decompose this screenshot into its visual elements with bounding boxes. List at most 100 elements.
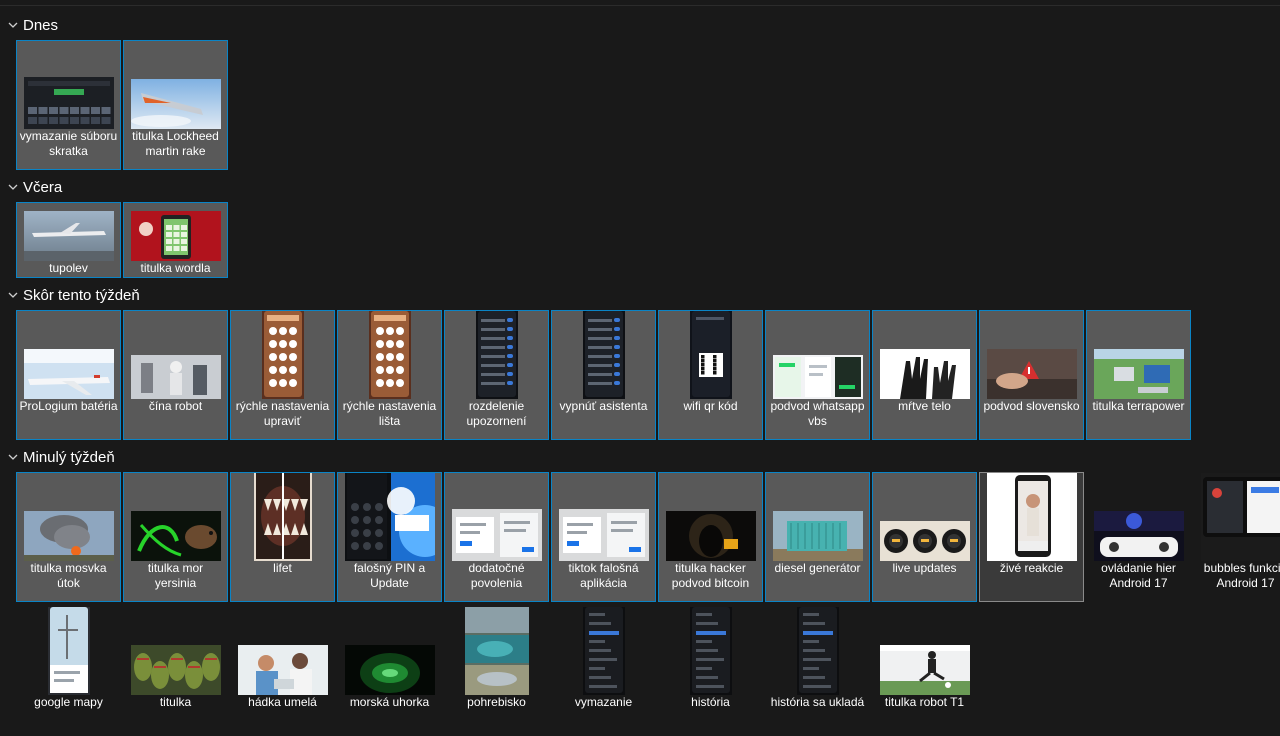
file-item[interactable]: ovládanie hier Android 17 [1086, 472, 1191, 602]
file-name: tupolev [17, 261, 120, 276]
file-item[interactable]: titulka wordla [123, 202, 228, 278]
thumbnail [17, 41, 120, 129]
file-item[interactable]: podvod slovensko [979, 310, 1084, 440]
group-header[interactable]: Skôr tento týždeň [7, 284, 140, 306]
file-item[interactable]: čína robot [123, 310, 228, 440]
file-item[interactable]: titulka Lockheed martin rake [123, 40, 228, 170]
file-item[interactable]: titulka mosvka útok [16, 472, 121, 602]
file-item[interactable]: tiktok falošná aplikácia [551, 472, 656, 602]
file-item[interactable]: diesel generátor [765, 472, 870, 602]
thumbnail [231, 311, 334, 399]
thumbnail [873, 607, 976, 695]
group-items: ProLogium batéria čína robot rýchle nastav… [16, 310, 1191, 440]
file-item[interactable]: história sa ukladá [765, 606, 870, 736]
thumbnail [980, 311, 1083, 399]
thumbnail [1194, 473, 1280, 561]
file-name: vymazanie [552, 695, 655, 710]
file-item[interactable]: morská uhorka [337, 606, 442, 736]
top-divider [0, 5, 1280, 6]
file-item[interactable]: pohrebisko [444, 606, 549, 736]
thumbnail [17, 607, 120, 695]
thumbnail [124, 607, 227, 695]
thumbnail [445, 473, 548, 561]
file-item[interactable]: tupolev [16, 202, 121, 278]
file-name: rýchle nastavenia lišta [338, 399, 441, 429]
thumbnail [338, 473, 441, 561]
file-name: titulka mor yersinia [124, 561, 227, 591]
group-title: Minulý týždeň [23, 449, 115, 466]
file-item[interactable]: rýchle nastavenia lišta [337, 310, 442, 440]
file-item[interactable]: lifet [230, 472, 335, 602]
thumbnail [659, 473, 762, 561]
file-item[interactable]: rozdelenie upozornení [444, 310, 549, 440]
file-item[interactable]: hádka umelá [230, 606, 335, 736]
file-name: história sa ukladá [766, 695, 869, 710]
thumbnail [338, 311, 441, 399]
file-name: živé reakcie [980, 561, 1083, 576]
group-header[interactable]: Dnes [7, 14, 58, 36]
file-name: rýchle nastavenia upraviť [231, 399, 334, 429]
thumbnail [231, 473, 334, 561]
file-item[interactable]: dodatočné povolenia [444, 472, 549, 602]
file-name: titulka Lockheed martin rake [124, 129, 227, 159]
file-item[interactable]: titulka terrapower [1086, 310, 1191, 440]
file-name: história [659, 695, 762, 710]
group-header[interactable]: Včera [7, 176, 62, 198]
file-name: morská uhorka [338, 695, 441, 710]
file-name: ovládanie hier Android 17 [1087, 561, 1190, 591]
file-item[interactable]: titulka [123, 606, 228, 736]
chevron-down-icon[interactable] [7, 19, 19, 31]
thumbnail [17, 311, 120, 399]
thumbnail [980, 473, 1083, 561]
thumbnail [873, 473, 976, 561]
group-items: tupolev titulka wordla [16, 202, 228, 278]
file-item[interactable]: wifi qr kód [658, 310, 763, 440]
file-item[interactable]: vypnúť asistenta [551, 310, 656, 440]
thumbnail [552, 607, 655, 695]
file-name: vymazanie súboru skratka [17, 129, 120, 159]
file-name: podvod whatsapp vbs [766, 399, 869, 429]
chevron-down-icon[interactable] [7, 289, 19, 301]
group-items: titulka mosvka útoktitulka mor yersinial… [16, 472, 1280, 602]
file-name: hádka umelá [231, 695, 334, 710]
chevron-down-icon[interactable] [7, 181, 19, 193]
thumbnail [766, 311, 869, 399]
file-item[interactable]: titulka mor yersinia [123, 472, 228, 602]
file-name: live updates [873, 561, 976, 576]
file-name: ProLogium batéria [17, 399, 120, 414]
group-items-continued: google mapytitulka hádka umelá morská uhor… [16, 606, 977, 736]
file-item[interactable]: titulka robot T1 [872, 606, 977, 736]
file-item[interactable]: titulka hacker podvod bitcoin [658, 472, 763, 602]
file-item[interactable]: rýchle nastavenia upraviť [230, 310, 335, 440]
thumbnail [124, 41, 227, 129]
thumbnail [445, 311, 548, 399]
file-item[interactable]: vymazanie súboru skratka [16, 40, 121, 170]
file-item[interactable]: falošný PIN a Update [337, 472, 442, 602]
file-name: čína robot [124, 399, 227, 414]
file-name: tiktok falošná aplikácia [552, 561, 655, 591]
file-name: pohrebisko [445, 695, 548, 710]
file-name: titulka [124, 695, 227, 710]
file-name: titulka mosvka útok [17, 561, 120, 591]
file-item[interactable]: história [658, 606, 763, 736]
file-name: titulka robot T1 [873, 695, 976, 710]
file-item[interactable]: bubbles funkcia Android 17 [1193, 472, 1280, 602]
file-name: titulka wordla [124, 261, 227, 276]
file-item[interactable]: živé reakcie [979, 472, 1084, 602]
thumbnail [17, 203, 120, 261]
file-name: diesel generátor [766, 561, 869, 576]
thumbnail [873, 311, 976, 399]
chevron-down-icon[interactable] [7, 451, 19, 463]
file-item[interactable]: vymazanie [551, 606, 656, 736]
group-header[interactable]: Minulý týždeň [7, 446, 115, 468]
file-item[interactable]: mŕtve telo [872, 310, 977, 440]
file-item[interactable]: ProLogium batéria [16, 310, 121, 440]
thumbnail [17, 473, 120, 561]
file-item[interactable]: live updates [872, 472, 977, 602]
group-title: Skôr tento týždeň [23, 287, 140, 304]
file-item[interactable]: podvod whatsapp vbs [765, 310, 870, 440]
file-name: falošný PIN a Update [338, 561, 441, 591]
file-name: rozdelenie upozornení [445, 399, 548, 429]
thumbnail [338, 607, 441, 695]
file-item[interactable]: google mapy [16, 606, 121, 736]
